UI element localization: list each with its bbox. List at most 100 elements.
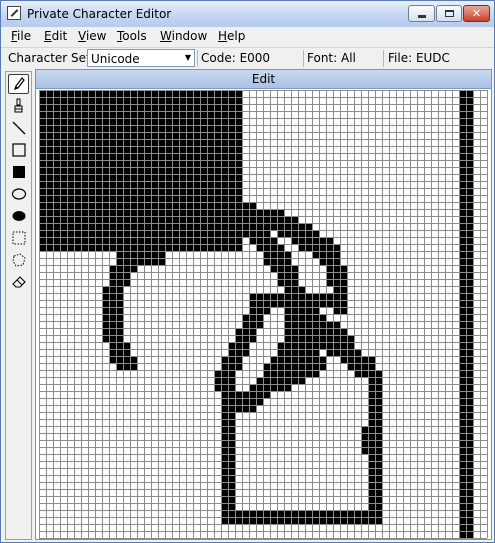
- glyph-pixel[interactable]: [459, 167, 466, 174]
- glyph-pixel[interactable]: [312, 244, 319, 251]
- glyph-pixel[interactable]: [228, 496, 235, 503]
- glyph-pixel[interactable]: [137, 223, 144, 230]
- glyph-pixel[interactable]: [361, 433, 368, 440]
- glyph-pixel[interactable]: [291, 517, 298, 524]
- glyph-pixel[interactable]: [116, 174, 123, 181]
- glyph-pixel[interactable]: [221, 188, 228, 195]
- glyph-pixel[interactable]: [235, 517, 242, 524]
- glyph-pixel[interactable]: [46, 230, 53, 237]
- glyph-pixel[interactable]: [214, 125, 221, 132]
- glyph-pixel[interactable]: [46, 223, 53, 230]
- glyph-pixel[interactable]: [39, 202, 46, 209]
- glyph-pixel[interactable]: [193, 188, 200, 195]
- glyph-pixel[interactable]: [354, 517, 361, 524]
- glyph-pixel[interactable]: [214, 384, 221, 391]
- glyph-pixel[interactable]: [158, 118, 165, 125]
- glyph-pixel[interactable]: [88, 125, 95, 132]
- glyph-pixel[interactable]: [130, 195, 137, 202]
- glyph-pixel[interactable]: [53, 97, 60, 104]
- glyph-pixel[interactable]: [249, 223, 256, 230]
- glyph-pixel[interactable]: [305, 517, 312, 524]
- glyph-pixel[interactable]: [74, 139, 81, 146]
- line-tool[interactable]: [8, 118, 29, 138]
- glyph-pixel[interactable]: [459, 174, 466, 181]
- glyph-pixel[interactable]: [368, 447, 375, 454]
- glyph-pixel[interactable]: [151, 111, 158, 118]
- glyph-pixel[interactable]: [466, 468, 473, 475]
- glyph-pixel[interactable]: [137, 104, 144, 111]
- glyph-pixel[interactable]: [326, 300, 333, 307]
- glyph-pixel[interactable]: [291, 370, 298, 377]
- glyph-pixel[interactable]: [459, 265, 466, 272]
- glyph-pixel[interactable]: [179, 237, 186, 244]
- glyph-pixel[interactable]: [207, 244, 214, 251]
- glyph-pixel[interactable]: [137, 146, 144, 153]
- glyph-pixel[interactable]: [312, 328, 319, 335]
- glyph-pixel[interactable]: [130, 244, 137, 251]
- glyph-pixel[interactable]: [39, 153, 46, 160]
- glyph-pixel[interactable]: [298, 293, 305, 300]
- glyph-pixel[interactable]: [459, 461, 466, 468]
- glyph-pixel[interactable]: [53, 181, 60, 188]
- glyph-pixel[interactable]: [228, 349, 235, 356]
- glyph-pixel[interactable]: [270, 377, 277, 384]
- glyph-pixel[interactable]: [207, 125, 214, 132]
- glyph-pixel[interactable]: [466, 349, 473, 356]
- glyph-pixel[interactable]: [459, 272, 466, 279]
- glyph-pixel[interactable]: [312, 300, 319, 307]
- glyph-pixel[interactable]: [137, 111, 144, 118]
- glyph-pixel[interactable]: [277, 349, 284, 356]
- glyph-pixel[interactable]: [179, 132, 186, 139]
- glyph-pixel[interactable]: [319, 321, 326, 328]
- glyph-pixel[interactable]: [116, 118, 123, 125]
- glyph-pixel[interactable]: [221, 195, 228, 202]
- glyph-pixel[interactable]: [67, 160, 74, 167]
- glyph-pixel[interactable]: [228, 160, 235, 167]
- glyph-pixel[interactable]: [375, 454, 382, 461]
- glyph-pixel[interactable]: [221, 223, 228, 230]
- glyph-pixel[interactable]: [263, 363, 270, 370]
- glyph-pixel[interactable]: [284, 349, 291, 356]
- glyph-pixel[interactable]: [81, 167, 88, 174]
- glyph-pixel[interactable]: [186, 216, 193, 223]
- glyph-pixel[interactable]: [228, 181, 235, 188]
- glyph-pixel[interactable]: [298, 517, 305, 524]
- glyph-pixel[interactable]: [46, 244, 53, 251]
- glyph-pixel[interactable]: [375, 405, 382, 412]
- glyph-pixel[interactable]: [151, 146, 158, 153]
- glyph-pixel[interactable]: [221, 503, 228, 510]
- glyph-pixel[interactable]: [53, 125, 60, 132]
- glyph-pixel[interactable]: [81, 174, 88, 181]
- glyph-pixel[interactable]: [116, 160, 123, 167]
- glyph-pixel[interactable]: [123, 279, 130, 286]
- glyph-pixel[interactable]: [109, 223, 116, 230]
- glyph-pixel[interactable]: [235, 230, 242, 237]
- glyph-pixel[interactable]: [375, 440, 382, 447]
- glyph-pixel[interactable]: [158, 125, 165, 132]
- glyph-pixel[interactable]: [312, 370, 319, 377]
- eraser-tool[interactable]: [8, 272, 29, 292]
- glyph-pixel[interactable]: [466, 307, 473, 314]
- glyph-pixel[interactable]: [459, 419, 466, 426]
- glyph-pixel[interactable]: [270, 293, 277, 300]
- glyph-pixel[interactable]: [116, 293, 123, 300]
- glyph-pixel[interactable]: [235, 398, 242, 405]
- glyph-pixel[interactable]: [186, 202, 193, 209]
- glyph-pixel[interactable]: [333, 342, 340, 349]
- glyph-pixel[interactable]: [116, 90, 123, 97]
- glyph-pixel[interactable]: [186, 209, 193, 216]
- glyph-pixel[interactable]: [88, 244, 95, 251]
- glyph-pixel[interactable]: [214, 370, 221, 377]
- glyph-pixel[interactable]: [466, 97, 473, 104]
- glyph-pixel[interactable]: [116, 153, 123, 160]
- glyph-pixel[interactable]: [172, 230, 179, 237]
- glyph-pixel[interactable]: [60, 174, 67, 181]
- glyph-pixel[interactable]: [116, 167, 123, 174]
- glyph-pixel[interactable]: [277, 209, 284, 216]
- glyph-pixel[interactable]: [165, 216, 172, 223]
- glyph-pixel[interactable]: [270, 209, 277, 216]
- glyph-pixel[interactable]: [46, 111, 53, 118]
- glyph-pixel[interactable]: [466, 496, 473, 503]
- glyph-pixel[interactable]: [466, 447, 473, 454]
- glyph-pixel[interactable]: [179, 244, 186, 251]
